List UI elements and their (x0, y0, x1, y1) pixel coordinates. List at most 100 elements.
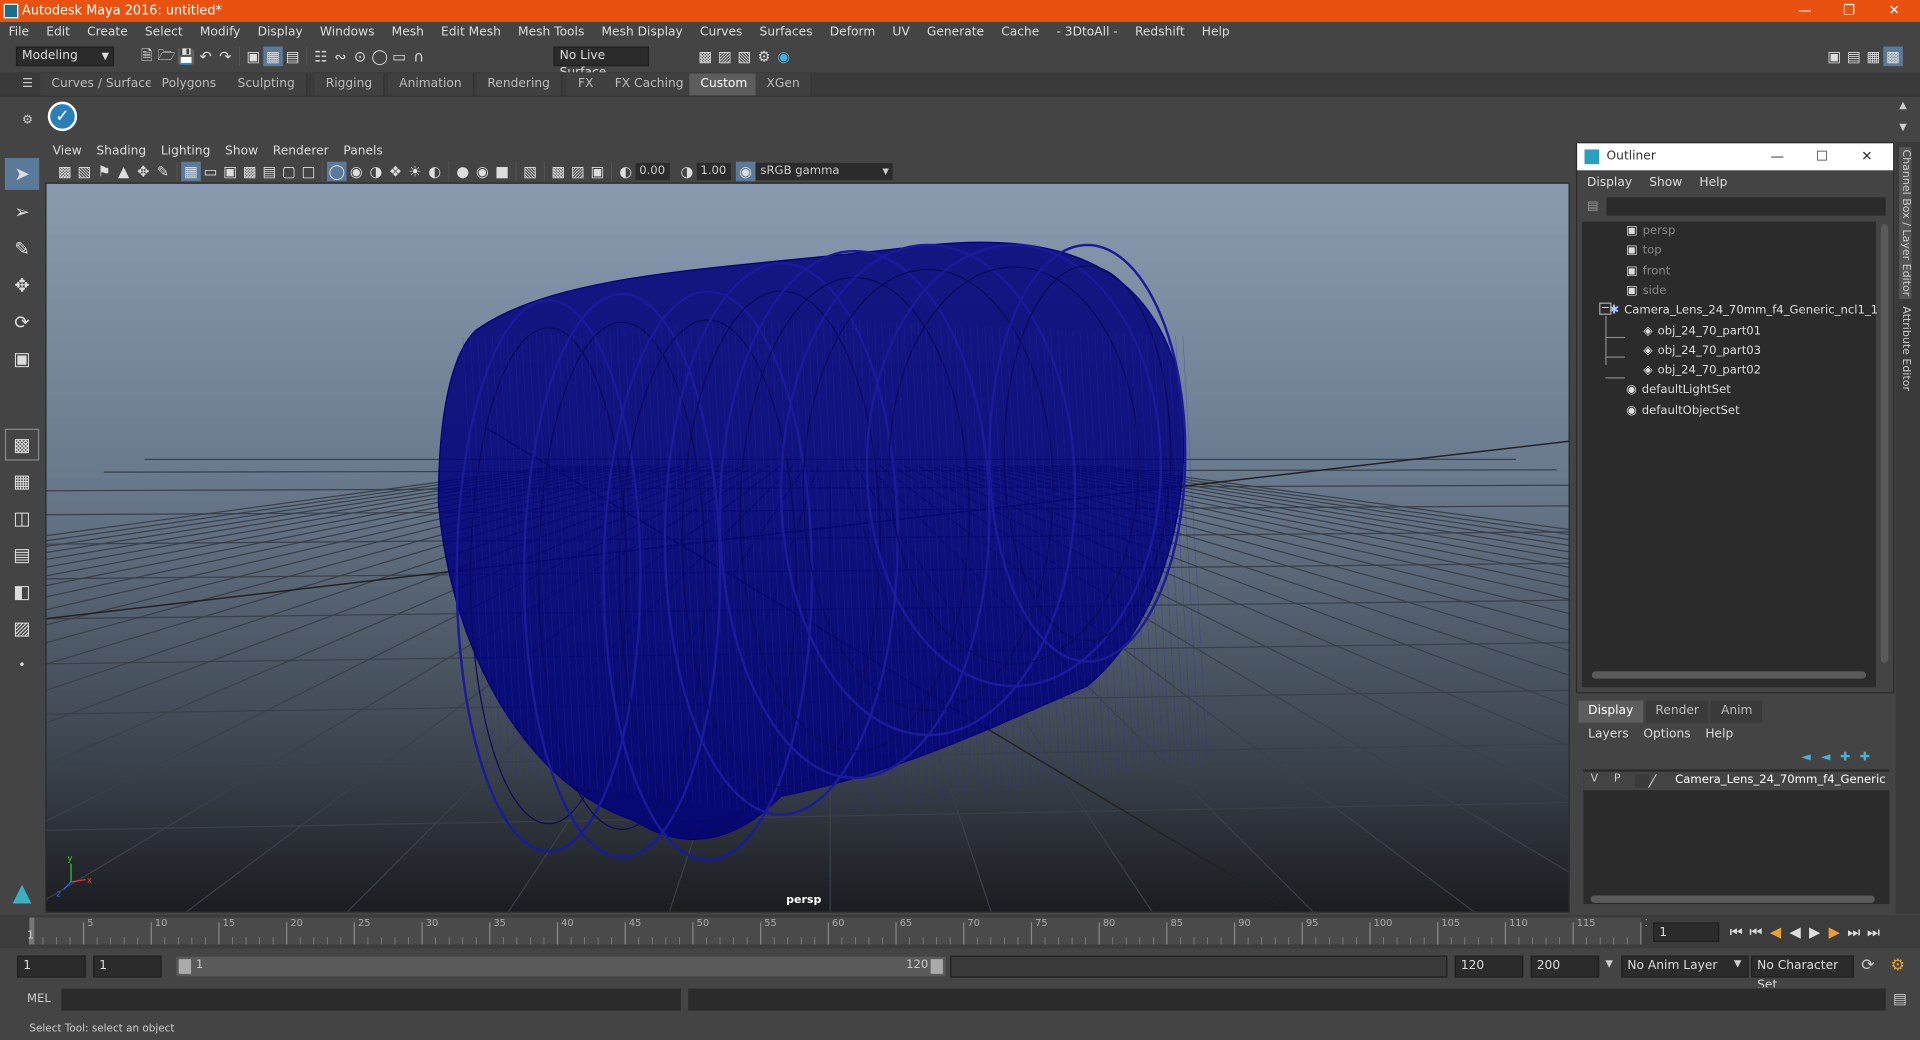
layer-type-toggle[interactable] (1634, 774, 1650, 788)
shelf-tab-8[interactable]: Custom (689, 73, 760, 96)
layer-hscroll-track[interactable] (1590, 895, 1875, 903)
outliner-item[interactable]: ◉ defaultLightSet (1626, 384, 1731, 397)
viewport-menu-1[interactable]: Shading (96, 142, 146, 162)
viewport-menu-2[interactable]: Lighting (161, 142, 210, 162)
shelf-tab-9[interactable]: XGen (755, 73, 812, 96)
bookmark-icon[interactable]: ⚑ (94, 162, 114, 182)
shelf-settings-icon[interactable]: ⚙ (22, 114, 33, 127)
playback-end-field[interactable]: 120 (1454, 955, 1524, 978)
menu-item-13[interactable]: Deform (830, 22, 876, 43)
start-frame-field[interactable]: 1 (17, 955, 86, 978)
anim-layer-dropdown[interactable]: No Anim Layer (1621, 955, 1749, 978)
shelf-scroll-up-icon[interactable]: ▲ (1899, 99, 1907, 110)
play-backwards-icon[interactable]: ◀ (1785, 922, 1805, 942)
outliner-item[interactable]: ◈ obj_24_70_part03 (1643, 344, 1761, 357)
select-component-icon[interactable]: ▤ (283, 47, 303, 67)
layer-menu-1[interactable]: Options (1643, 727, 1690, 740)
open-scene-icon[interactable]: 🗁 (157, 46, 177, 67)
shelf-tab-2[interactable]: Sculpting (226, 73, 307, 96)
gate-mask-icon[interactable]: ▩ (240, 162, 260, 182)
field-chart-icon[interactable]: ▤ (260, 162, 280, 182)
outliner-search-input[interactable] (1606, 197, 1886, 216)
outliner-item[interactable]: ◉ defaultObjectSet (1626, 404, 1740, 417)
menu-item-0[interactable]: File (9, 22, 29, 43)
restore-icon[interactable]: ❐ (1828, 0, 1870, 22)
shelf-tab-4[interactable]: Animation (388, 73, 474, 96)
ambient-occlusion-icon[interactable]: ● (453, 162, 473, 182)
range-slider-end-handle[interactable] (930, 959, 943, 974)
viewport-canvas[interactable]: y x z (46, 184, 1570, 913)
outliner-minimize-icon[interactable]: — (1771, 143, 1784, 170)
step-back-icon[interactable]: ⏮ (1746, 922, 1766, 942)
go-to-end-icon[interactable]: ⏭ (1864, 922, 1884, 942)
render-frame-icon[interactable]: ▨ (715, 47, 735, 67)
camera-attrs-icon[interactable]: ▧ (75, 162, 95, 182)
use-lights-icon[interactable]: ☀ (405, 162, 425, 182)
single-view-icon[interactable]: ▩ (4, 428, 40, 461)
step-forward-key-icon[interactable]: ▶ (1825, 922, 1845, 942)
outliner-layout-icon[interactable]: ▨ (5, 613, 39, 645)
render-view-icon[interactable]: ▩ (696, 47, 716, 67)
shelf-custom-tool-icon[interactable]: ✓ (47, 101, 78, 132)
shelf-scroll-down-icon[interactable]: ▼ (1899, 121, 1907, 132)
filter-icon[interactable]: ▤ (1587, 200, 1599, 213)
layer-menu-2[interactable]: Help (1705, 727, 1733, 740)
viewport-menu-3[interactable]: Show (225, 142, 258, 162)
menu-item-10[interactable]: Mesh Display (601, 22, 682, 43)
film-gate-icon[interactable]: ▭ (201, 162, 221, 182)
menu-item-19[interactable]: Help (1202, 22, 1230, 43)
exposure-icon[interactable]: ◐ (616, 162, 636, 182)
range-slider-start-handle[interactable] (178, 959, 192, 974)
menu-item-3[interactable]: Select (145, 22, 183, 43)
shelf-tab-5[interactable]: Rendering (476, 73, 563, 96)
menu-item-18[interactable]: Redshift (1135, 22, 1185, 43)
attribute-editor-tab[interactable]: Attribute Editor (1899, 306, 1911, 391)
color-space-dropdown[interactable]: sRGB gamma ▼ (755, 162, 893, 181)
isolate-select-icon[interactable]: ▧ (520, 162, 540, 182)
anim-prefs-icon[interactable]: ⚙ (1891, 957, 1905, 975)
xray-joints-icon[interactable]: ▨ (568, 162, 588, 182)
motion-blur-icon[interactable]: ◉ (473, 162, 493, 182)
wireframe-icon[interactable]: ◯ (326, 161, 347, 182)
color-management-icon[interactable]: ◉ (735, 161, 756, 182)
end-frame-field[interactable]: 200 (1530, 955, 1600, 978)
snap-grid-icon[interactable]: ☷ (311, 47, 331, 67)
image-plane-icon[interactable]: ▲ (114, 162, 134, 182)
persp-outliner-icon[interactable]: ◧ (5, 576, 39, 608)
xray-icon[interactable]: ▩ (549, 162, 569, 182)
scale-tool-icon[interactable]: ▣ (5, 343, 39, 375)
menu-item-7[interactable]: Mesh (392, 22, 424, 43)
outliner-item[interactable]: ✱ Camera_Lens_24_70mm_f4_Generic_ncl1_1 (1609, 304, 1878, 317)
menu-item-5[interactable]: Display (258, 22, 303, 43)
shelf-tab-7[interactable]: FX Caching (603, 73, 696, 96)
snap-curve-icon[interactable]: ∾ (331, 47, 351, 67)
gamma-field[interactable]: 1.00 (696, 162, 732, 181)
layer-visibility-toggle[interactable]: V (1591, 773, 1599, 785)
live-surface-field[interactable]: No Live Surface (553, 46, 649, 80)
persp-graph-icon[interactable]: ▤ (5, 539, 39, 571)
attribute-editor-icon[interactable]: ▤ (1844, 47, 1864, 67)
time-slider[interactable]: 5 10 15 20 25 30 35 40 45 50 55 60 65 70 75 80 85 90 95 100… (0, 915, 1920, 949)
layer-color-swatch[interactable] (1647, 774, 1671, 788)
modeling-toolkit-icon[interactable]: ▣ (1825, 47, 1845, 67)
safe-action-icon[interactable]: ▢ (279, 162, 299, 182)
grid-icon[interactable]: ▦ (181, 161, 201, 182)
range-slider[interactable]: 1 120 (176, 956, 946, 977)
tool-settings-icon[interactable]: ▦ (1864, 47, 1884, 67)
layer-tab-1[interactable]: Render (1645, 700, 1709, 723)
gamma-icon[interactable]: ◑ (677, 162, 697, 182)
menu-item-11[interactable]: Curves (700, 22, 743, 43)
menu-item-6[interactable]: Windows (320, 22, 375, 43)
select-object-icon[interactable]: ▦ (263, 46, 283, 67)
wireframe-on-shaded-icon[interactable]: ◑ (366, 162, 386, 182)
viewport-menu-4[interactable]: Renderer (273, 142, 329, 162)
step-back-key-icon[interactable]: ◀ (1766, 922, 1786, 942)
go-to-start-icon[interactable]: ⏮ (1727, 922, 1747, 942)
exposure-field[interactable]: 0.00 (635, 162, 670, 181)
rotate-tool-icon[interactable]: ⟳ (5, 306, 39, 338)
resolution-gate-icon[interactable]: ▣ (220, 162, 240, 182)
script-editor-icon[interactable]: ▤ (1893, 990, 1907, 1007)
move-layer-up-icon[interactable]: ◄ (1796, 747, 1816, 767)
more-layouts-icon[interactable]: • (5, 649, 39, 681)
play-forwards-icon[interactable]: ▶ (1805, 922, 1825, 942)
